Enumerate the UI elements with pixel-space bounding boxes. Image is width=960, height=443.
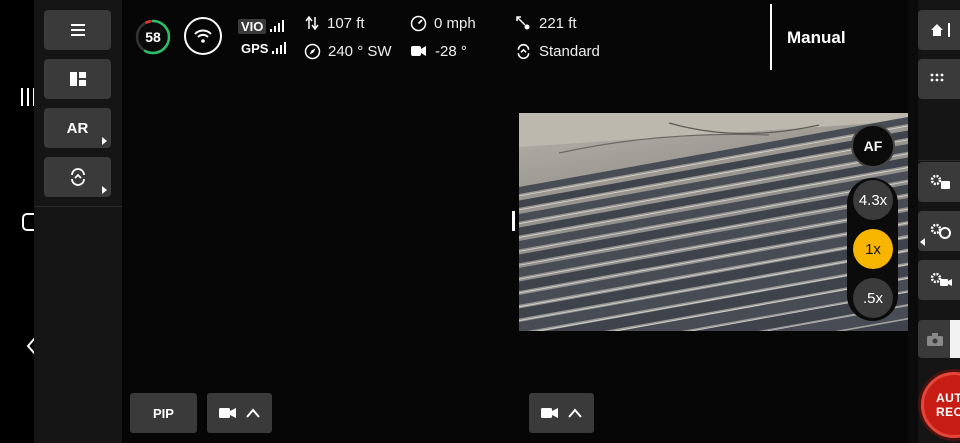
grid-icon xyxy=(930,73,944,82)
camera-source-button-2[interactable] xyxy=(529,393,594,433)
exposure-submenu-arrow xyxy=(920,238,925,246)
header-divider xyxy=(770,4,772,70)
zoom-1x-button[interactable]: 1x xyxy=(853,229,893,269)
gallery-thumbnail[interactable] xyxy=(950,320,960,358)
home-icon xyxy=(931,24,943,36)
right-toolbar-edge xyxy=(908,0,918,443)
altitude-value: 107 ft xyxy=(327,14,365,32)
menu-button[interactable] xyxy=(44,10,111,50)
ar-submenu-arrow xyxy=(102,137,107,145)
heading-readout: 240 ° SW xyxy=(304,42,392,60)
flight-mode-value: Standard xyxy=(539,42,600,60)
battery-percent: 58 xyxy=(145,29,161,45)
video-settings-icon xyxy=(930,272,952,286)
vio-bars-icon xyxy=(270,20,285,32)
return-home-divider xyxy=(948,23,950,37)
layout-icon xyxy=(69,72,86,86)
flight-mode-icon xyxy=(517,43,530,59)
speedometer-icon xyxy=(410,15,427,31)
ar-button[interactable]: AR xyxy=(44,108,111,148)
grid-button[interactable] xyxy=(918,59,960,99)
split-handle[interactable] xyxy=(512,211,515,231)
photo-camera-icon xyxy=(927,333,943,346)
speed-value: 0 mph xyxy=(434,14,476,32)
altitude-icon xyxy=(305,15,319,31)
af-button[interactable]: AF xyxy=(851,124,895,168)
ar-label: AR xyxy=(66,119,89,137)
chevron-up-icon xyxy=(567,408,582,418)
gimbal-readout: -28 ° xyxy=(410,42,467,60)
zoom-4-3x-button[interactable]: 4.3x xyxy=(853,180,893,220)
speed-readout: 0 mph xyxy=(410,14,476,32)
pip-button[interactable]: PIP xyxy=(130,393,197,433)
compass-icon xyxy=(304,43,321,59)
flight-mode-submenu-arrow xyxy=(102,186,107,194)
zoom-0-5x-button[interactable]: .5x xyxy=(853,278,893,318)
camera-icon xyxy=(218,408,236,418)
exposure-settings-icon xyxy=(930,223,951,239)
return-home-button[interactable] xyxy=(918,10,960,50)
gimbal-tilt-value: -28 ° xyxy=(435,42,467,60)
auto-record-label-line1: AUTO xyxy=(936,391,960,405)
heading-value: 240 ° SW xyxy=(328,42,392,60)
gps-signal: GPS xyxy=(241,39,287,57)
gimbal-tilt-icon xyxy=(411,46,426,56)
camera-settings-icon xyxy=(930,174,950,189)
connection-button[interactable] xyxy=(184,17,222,55)
vio-signal: VIO xyxy=(238,17,285,35)
gps-bars-icon xyxy=(272,42,287,54)
video-settings-button[interactable] xyxy=(918,260,960,300)
altitude-readout: 107 ft xyxy=(304,14,365,32)
flight-mode-readout: Standard xyxy=(515,42,600,60)
left-toolbar-divider xyxy=(34,206,122,207)
system-nav-bar xyxy=(0,0,40,443)
flight-mode-icon xyxy=(70,168,85,186)
camera-icon xyxy=(540,408,558,418)
auto-record-label-line2: REC xyxy=(936,405,960,419)
camera-source-button[interactable] xyxy=(207,393,272,433)
camera-mode-label[interactable]: Manual xyxy=(787,28,846,48)
right-toolbar-divider xyxy=(918,160,960,161)
distance-value: 221 ft xyxy=(539,14,577,32)
distance-icon xyxy=(516,15,530,29)
menu-icon xyxy=(70,24,85,36)
flight-mode-button[interactable] xyxy=(44,157,111,197)
wifi-icon xyxy=(194,29,212,43)
gps-label: GPS xyxy=(241,40,269,56)
layout-button[interactable] xyxy=(44,59,111,99)
vio-label: VIO xyxy=(238,18,267,34)
chevron-up-icon xyxy=(245,408,260,418)
distance-readout: 221 ft xyxy=(515,14,577,32)
camera-settings-button[interactable] xyxy=(918,162,960,202)
